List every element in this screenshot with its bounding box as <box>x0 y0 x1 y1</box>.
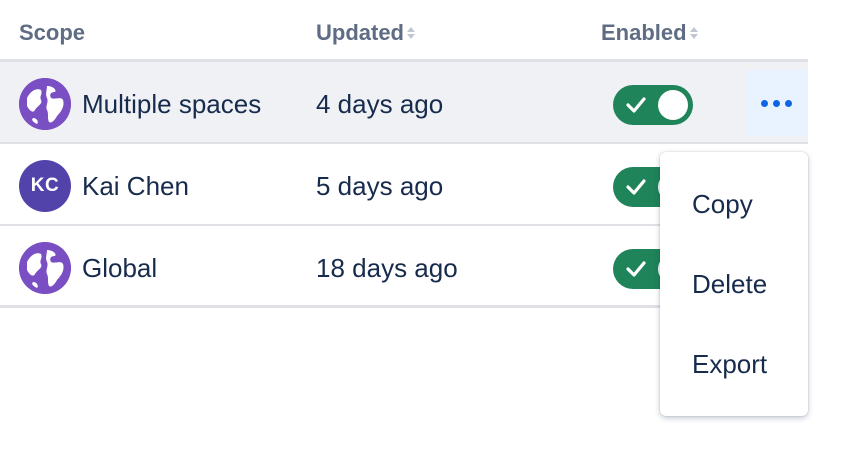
globe-icon <box>19 78 71 130</box>
menu-item-copy[interactable]: Copy <box>660 164 808 244</box>
globe-icon <box>19 242 71 294</box>
sort-icon[interactable] <box>407 27 415 39</box>
more-actions-button[interactable] <box>745 70 808 136</box>
column-header-label: Updated <box>316 20 404 45</box>
scope-name: Multiple spaces <box>82 89 262 119</box>
table-row: Multiple spaces 4 days ago <box>0 62 808 144</box>
menu-item-delete[interactable]: Delete <box>660 244 808 324</box>
more-dot <box>761 99 768 107</box>
rules-table-view: Scope Updated Enabled Multiple spaces 4 … <box>0 0 862 458</box>
more-dot <box>785 99 792 107</box>
check-icon <box>626 179 646 195</box>
toggle-knob <box>658 90 688 120</box>
check-icon <box>626 261 646 277</box>
column-header-scope: Scope <box>19 20 85 46</box>
column-header-label: Scope <box>19 20 86 45</box>
column-header-enabled[interactable]: Enabled <box>601 20 698 46</box>
more-dot <box>773 99 780 107</box>
avatar-initials: KC <box>30 175 60 196</box>
menu-item-export[interactable]: Export <box>660 324 808 404</box>
updated-time: 18 days ago <box>316 253 458 283</box>
avatar: KC <box>19 160 71 212</box>
scope-name: Kai Chen <box>82 171 189 201</box>
column-header-label: Enabled <box>601 20 687 45</box>
table-header: Scope Updated Enabled <box>0 0 808 62</box>
scope-name: Global <box>82 253 158 283</box>
updated-time: 4 days ago <box>316 89 444 119</box>
updated-time: 5 days ago <box>316 171 444 201</box>
actions-dropdown-menu: Copy Delete Export <box>660 152 808 416</box>
column-header-updated[interactable]: Updated <box>316 20 415 46</box>
check-icon <box>626 97 646 113</box>
enabled-toggle[interactable] <box>613 85 693 125</box>
sort-icon[interactable] <box>689 27 698 39</box>
